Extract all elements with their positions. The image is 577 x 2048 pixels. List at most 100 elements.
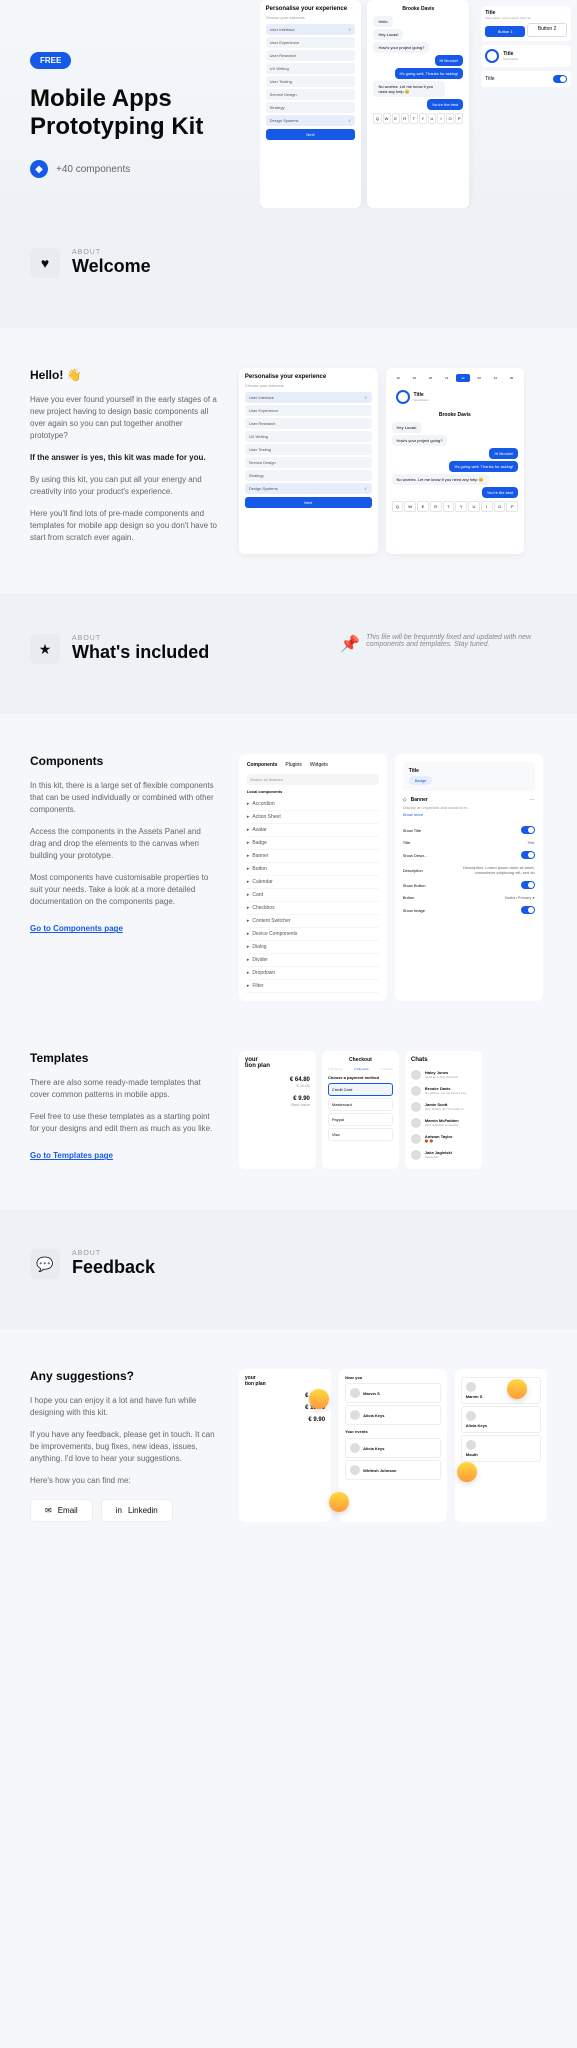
laugh-emoji <box>329 1492 349 1512</box>
person-card[interactable]: Alicia Keys <box>345 1438 441 1458</box>
assets-panel: Components Plugins Widgets Search all libr… <box>239 754 387 1001</box>
mockup-personalise: Personalise your experience Choose your … <box>260 0 362 208</box>
property-row: ButtonButton Primary ▾ <box>403 892 535 903</box>
interest-field[interactable]: Strategy <box>266 102 356 113</box>
chat-item[interactable]: Jamie ScottHey! What's up? I'm really ex… <box>411 1099 476 1115</box>
component-item[interactable]: ▸Dialog <box>247 941 379 954</box>
property-row: Show Descr... <box>403 848 535 862</box>
feedback-header: 💬 ABOUT Feedback <box>0 1209 577 1329</box>
welcome-mock-2: 1619202122232425 TitleDescription Brooke… <box>386 368 525 554</box>
interest-field[interactable]: Service Design <box>245 457 372 468</box>
person-card[interactable]: Alicia Keys <box>345 1405 441 1425</box>
component-item[interactable]: ▸Avatar <box>247 824 379 837</box>
interest-field[interactable]: Design Systems✓ <box>245 483 372 494</box>
interest-field[interactable]: Service Design <box>266 89 356 100</box>
templates-body: Templates There are also some ready-made… <box>0 1041 577 1209</box>
panel-tab[interactable]: Components <box>247 762 278 768</box>
toggle-icon[interactable] <box>553 75 567 83</box>
pin-icon: 📌 <box>340 634 360 654</box>
payment-method[interactable]: Paypal <box>328 1113 393 1126</box>
person-card[interactable]: Marvin S <box>345 1383 441 1403</box>
template-checkout: Checkout 1 Shipping2 Payment3 Review Cho… <box>322 1051 399 1169</box>
interest-field[interactable]: Design Systems✓ <box>266 115 356 126</box>
feedback-body: Any suggestions? I hope you can enjoy it… <box>0 1329 577 1562</box>
hero-section: FREE Mobile Apps Prototyping Kit ◆ +40 c… <box>0 0 577 208</box>
templates-link[interactable]: Go to Templates page <box>30 1151 113 1160</box>
panel-tab[interactable]: Plugins <box>285 762 301 768</box>
component-item[interactable]: ▸Button <box>247 863 379 876</box>
welcome-header: ♥ ABOUT Welcome <box>0 208 577 328</box>
hero-title: Mobile Apps Prototyping Kit <box>30 85 289 140</box>
payment-method[interactable]: Mastercard <box>328 1098 393 1111</box>
interest-field[interactable]: User Interface✓ <box>266 24 356 35</box>
interest-field[interactable]: User Research <box>245 418 372 429</box>
chat-item[interactable]: Antwon Taylor🏀 🏀 <box>411 1131 476 1147</box>
email-button[interactable]: ✉Email <box>30 1499 93 1522</box>
included-header: ★ ABOUT What's included 📌 This file will… <box>0 594 577 714</box>
person-card[interactable]: Whitesh Johnson <box>345 1460 441 1480</box>
payment-method[interactable]: Credit Card <box>328 1083 393 1096</box>
heart-icon: ♥ <box>30 248 60 278</box>
chat-item[interactable]: Brooke DavisNo worries. Let me know if y… <box>411 1083 476 1099</box>
linkedin-icon: in <box>116 1506 122 1515</box>
linkedin-button[interactable]: inLinkedin <box>101 1499 173 1522</box>
component-item[interactable]: ▸Device Components <box>247 928 379 941</box>
welcome-mock-1: Personalise your experience Choose your … <box>239 368 378 554</box>
mockup-misc: Title Description. Lorem ipsum dolor sit… <box>475 0 577 208</box>
components-count: +40 components <box>56 164 130 175</box>
toggle-icon[interactable] <box>521 826 535 834</box>
star-icon: ★ <box>30 634 60 664</box>
component-item[interactable]: ▸Dropdown <box>247 967 379 980</box>
chat-item[interactable]: Marvin McFaddenLet's schedule a meeting <box>411 1115 476 1131</box>
chat-item[interactable]: Haley JonesSend an in first chat post <box>411 1067 476 1083</box>
feedback-mock-profiles: Marvin S Alicia Keys Mouth <box>455 1369 547 1522</box>
property-row: TitleTitle <box>403 837 535 848</box>
mockup-chat: Brooke Davis Hello Hey Lucas! How's your… <box>367 0 469 208</box>
component-item[interactable]: ▸Calendar <box>247 876 379 889</box>
component-item[interactable]: ▸Checkbox <box>247 902 379 915</box>
heart-eyes-emoji <box>309 1389 329 1409</box>
interest-field[interactable]: User Research <box>266 50 356 61</box>
component-item[interactable]: ▸Content Switcher <box>247 915 379 928</box>
chat-icon: 💬 <box>30 1249 60 1279</box>
search-input[interactable]: Search all libraries <box>247 774 379 785</box>
interest-field[interactable]: User Interface✓ <box>245 392 372 403</box>
hello-heading: Hello! 👋 <box>30 368 219 382</box>
interest-field[interactable]: Strategy <box>245 470 372 481</box>
toggle-icon[interactable] <box>521 881 535 889</box>
email-icon: ✉ <box>45 1506 52 1515</box>
property-row: Show Button <box>403 878 535 892</box>
welcome-body: Hello! 👋 Have you ever found yourself in… <box>0 328 577 594</box>
next-button[interactable]: Next <box>266 129 356 140</box>
property-row: Show Image <box>403 903 535 917</box>
interest-field[interactable]: UX Writing <box>245 431 372 442</box>
component-item[interactable]: ▸Divider <box>247 954 379 967</box>
properties-panel: Title Badge ◇Banner⋯ Display an importan… <box>395 754 543 1001</box>
template-plan: your tion plan € 64.80 € 10.00 € 9.90 Be… <box>239 1051 316 1169</box>
interest-field[interactable]: User Experience <box>266 37 356 48</box>
property-row: DescriptionDescription. Lorem ipsum dolo… <box>403 862 535 878</box>
interest-field[interactable]: User Experience <box>245 405 372 416</box>
payment-method[interactable]: Visa <box>328 1128 393 1141</box>
feedback-mock-people: Near you Marvin SAlicia Keys Your events… <box>339 1369 447 1522</box>
components-body: Components In this kit, there is a large… <box>0 714 577 1041</box>
panel-tab[interactable]: Widgets <box>310 762 328 768</box>
property-row: Show Title <box>403 823 535 837</box>
interest-field[interactable]: User Testing <box>245 444 372 455</box>
chat-item[interactable]: Jake JagielskiAwesome! <box>411 1147 476 1163</box>
interest-field[interactable]: UX Writing <box>266 63 356 74</box>
toggle-icon[interactable] <box>521 906 535 914</box>
component-item[interactable]: ▸Banner <box>247 850 379 863</box>
components-link[interactable]: Go to Components page <box>30 924 123 933</box>
toggle-icon[interactable] <box>521 851 535 859</box>
component-item[interactable]: ▸Badge <box>247 837 379 850</box>
keyboard: QWERTYUIOP <box>373 113 463 124</box>
interest-field[interactable]: User Testing <box>266 76 356 87</box>
template-chats: Chats Haley JonesSend an in first chat p… <box>405 1051 482 1169</box>
component-item[interactable]: ▸Filter <box>247 980 379 993</box>
component-item[interactable]: ▸Action Sheet <box>247 811 379 824</box>
component-item[interactable]: ▸Accordion <box>247 798 379 811</box>
free-badge: FREE <box>30 52 71 69</box>
component-item[interactable]: ▸Card <box>247 889 379 902</box>
diamond-icon: ◆ <box>30 160 48 178</box>
